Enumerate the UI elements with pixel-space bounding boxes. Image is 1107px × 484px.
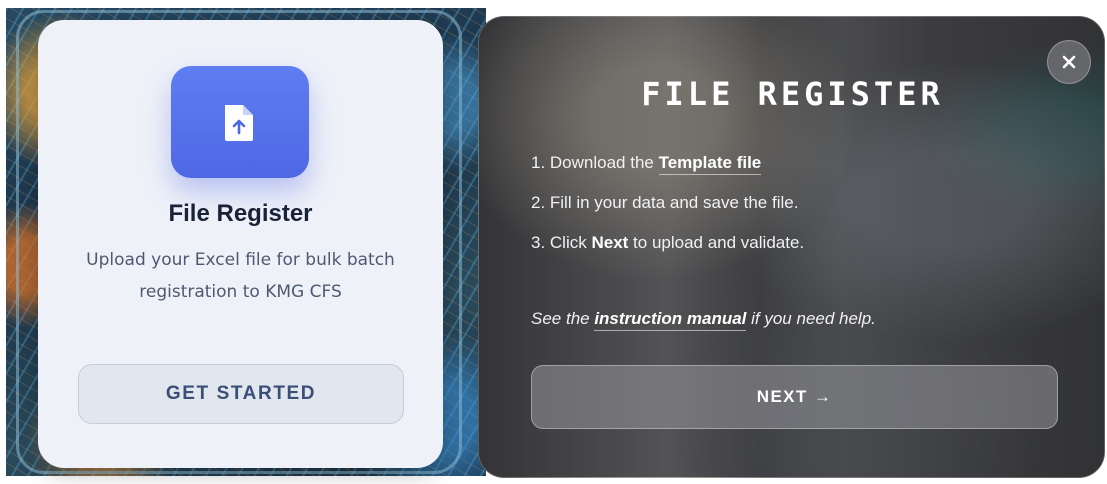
file-upload-icon — [225, 105, 253, 141]
get-started-button[interactable]: GET STARTED — [78, 364, 404, 424]
help-text: See the instruction manual if you need h… — [531, 309, 1071, 331]
step-3-text: 3. Click — [531, 233, 592, 252]
file-register-modal: FILE REGISTER 1. Download the Template f… — [478, 16, 1105, 478]
step-3: 3. Click Next to upload and validate. — [531, 229, 1071, 269]
file-register-card: File Register Upload your Excel file for… — [38, 20, 443, 468]
instruction-steps: 1. Download the Template file 2. Fill in… — [531, 149, 1071, 269]
step-3-suffix: to upload and validate. — [628, 233, 805, 252]
step-1: 1. Download the Template file — [531, 149, 1071, 189]
help-prefix: See the — [531, 309, 595, 328]
card-title: File Register — [168, 200, 313, 227]
upload-icon-tile — [171, 66, 309, 178]
step-2-text: 2. Fill in your data and save the file. — [531, 193, 799, 212]
close-icon — [1062, 55, 1076, 69]
card-description: Upload your Excel file for bulk batch re… — [86, 250, 395, 302]
help-suffix: if you need help. — [746, 309, 876, 328]
template-file-link[interactable]: Template file — [658, 153, 762, 175]
step-1-text: 1. Download the — [531, 153, 659, 172]
modal-title: FILE REGISTER — [641, 75, 944, 113]
step-2: 2. Fill in your data and save the file. — [531, 189, 1071, 229]
next-button[interactable]: NEXT → — [531, 365, 1058, 429]
page: File Register Upload your Excel file for… — [0, 0, 1107, 484]
step-3-next-keyword: Next — [591, 233, 629, 252]
instruction-manual-link[interactable]: instruction manual — [594, 309, 747, 331]
